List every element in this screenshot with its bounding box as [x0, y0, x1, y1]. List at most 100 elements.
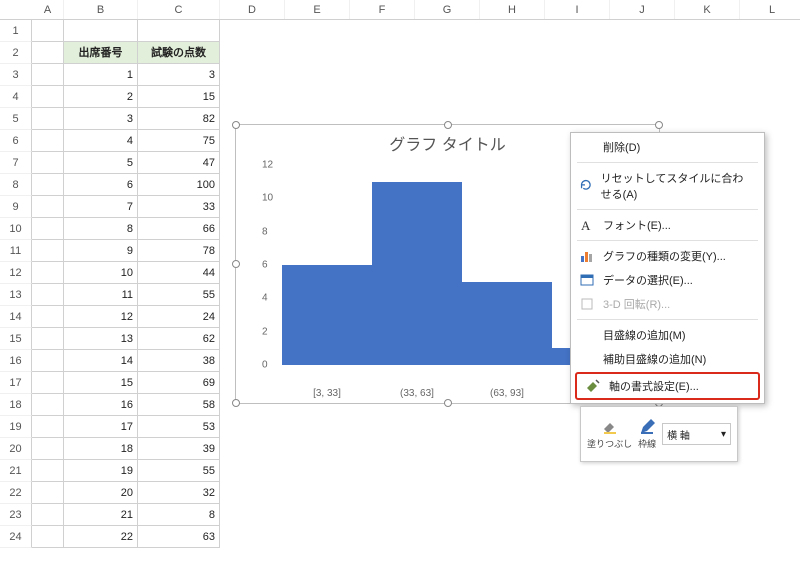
- cell[interactable]: 8: [64, 218, 138, 240]
- cell[interactable]: 44: [138, 262, 220, 284]
- row-header[interactable]: 10: [0, 218, 32, 240]
- cell[interactable]: 13: [64, 328, 138, 350]
- cell[interactable]: 33: [138, 196, 220, 218]
- col-header-A[interactable]: A: [32, 0, 64, 19]
- resize-handle[interactable]: [444, 399, 452, 407]
- menu-item[interactable]: グラフの種類の変更(Y)...: [571, 244, 764, 268]
- col-header-F[interactable]: F: [350, 0, 415, 19]
- cell[interactable]: [32, 174, 64, 196]
- col-header-E[interactable]: E: [285, 0, 350, 19]
- cell[interactable]: [32, 218, 64, 240]
- resize-handle[interactable]: [655, 121, 663, 129]
- cell[interactable]: [32, 86, 64, 108]
- cell[interactable]: [32, 196, 64, 218]
- resize-handle[interactable]: [232, 399, 240, 407]
- cell[interactable]: [32, 240, 64, 262]
- menu-item[interactable]: 目盛線の追加(M): [571, 323, 764, 347]
- col-header-I[interactable]: I: [545, 0, 610, 19]
- row-header[interactable]: 8: [0, 174, 32, 196]
- cell[interactable]: 3: [138, 64, 220, 86]
- col-header-C[interactable]: C: [138, 0, 220, 19]
- col-header-J[interactable]: J: [610, 0, 675, 19]
- row-header[interactable]: 19: [0, 416, 32, 438]
- cell[interactable]: 47: [138, 152, 220, 174]
- cell[interactable]: [32, 262, 64, 284]
- row-header[interactable]: 21: [0, 460, 32, 482]
- cell[interactable]: [32, 394, 64, 416]
- row-header[interactable]: 11: [0, 240, 32, 262]
- cell[interactable]: 2: [64, 86, 138, 108]
- cell[interactable]: [138, 20, 220, 42]
- cell[interactable]: 69: [138, 372, 220, 394]
- cell[interactable]: 78: [138, 240, 220, 262]
- cell[interactable]: 9: [64, 240, 138, 262]
- row-header[interactable]: 5: [0, 108, 32, 130]
- cell[interactable]: [32, 416, 64, 438]
- row-header[interactable]: 7: [0, 152, 32, 174]
- col-header-L[interactable]: L: [740, 0, 800, 19]
- outline-button[interactable]: 枠線: [638, 419, 656, 450]
- cell[interactable]: [32, 350, 64, 372]
- cell[interactable]: [32, 438, 64, 460]
- menu-item[interactable]: データの選択(E)...: [571, 268, 764, 292]
- bar[interactable]: [372, 182, 462, 365]
- row-header[interactable]: 16: [0, 350, 32, 372]
- cell[interactable]: 8: [138, 504, 220, 526]
- cell[interactable]: [32, 504, 64, 526]
- col-header-B[interactable]: B: [64, 0, 138, 19]
- cell[interactable]: 55: [138, 284, 220, 306]
- row-header[interactable]: 15: [0, 328, 32, 350]
- cell[interactable]: 試験の点数: [138, 42, 220, 64]
- cell[interactable]: [32, 526, 64, 548]
- cell[interactable]: 32: [138, 482, 220, 504]
- bar[interactable]: [462, 282, 552, 365]
- cell[interactable]: [32, 306, 64, 328]
- cell[interactable]: 38: [138, 350, 220, 372]
- cell[interactable]: 7: [64, 196, 138, 218]
- cell[interactable]: 24: [138, 306, 220, 328]
- cell[interactable]: 21: [64, 504, 138, 526]
- cell[interactable]: [32, 130, 64, 152]
- cell[interactable]: 18: [64, 438, 138, 460]
- cell[interactable]: 66: [138, 218, 220, 240]
- cell[interactable]: 17: [64, 416, 138, 438]
- cell[interactable]: 22: [64, 526, 138, 548]
- col-header-D[interactable]: D: [220, 0, 285, 19]
- cell[interactable]: [32, 108, 64, 130]
- menu-item[interactable]: 軸の書式設定(E)...: [575, 372, 760, 400]
- cell[interactable]: 63: [138, 526, 220, 548]
- cell[interactable]: 11: [64, 284, 138, 306]
- axis-selector[interactable]: 横 軸 ▾: [662, 423, 731, 445]
- cell[interactable]: 15: [138, 86, 220, 108]
- cell[interactable]: 5: [64, 152, 138, 174]
- cell[interactable]: [32, 42, 64, 64]
- cell[interactable]: 58: [138, 394, 220, 416]
- cell[interactable]: 55: [138, 460, 220, 482]
- row-header[interactable]: 3: [0, 64, 32, 86]
- cell[interactable]: [32, 328, 64, 350]
- cell[interactable]: 6: [64, 174, 138, 196]
- cell[interactable]: 53: [138, 416, 220, 438]
- cell[interactable]: [32, 152, 64, 174]
- col-header-H[interactable]: H: [480, 0, 545, 19]
- row-header[interactable]: 2: [0, 42, 32, 64]
- row-header[interactable]: 6: [0, 130, 32, 152]
- cell[interactable]: 3: [64, 108, 138, 130]
- cell[interactable]: 39: [138, 438, 220, 460]
- row-header[interactable]: 9: [0, 196, 32, 218]
- row-header[interactable]: 4: [0, 86, 32, 108]
- cell[interactable]: 20: [64, 482, 138, 504]
- cell[interactable]: 15: [64, 372, 138, 394]
- row-header[interactable]: 18: [0, 394, 32, 416]
- row-header[interactable]: 20: [0, 438, 32, 460]
- row-header[interactable]: 22: [0, 482, 32, 504]
- menu-item[interactable]: リセットしてスタイルに合わせる(A): [571, 166, 764, 206]
- col-header-G[interactable]: G: [415, 0, 480, 19]
- cell[interactable]: [32, 482, 64, 504]
- cell[interactable]: [32, 20, 64, 42]
- cell[interactable]: 1: [64, 64, 138, 86]
- resize-handle[interactable]: [232, 260, 240, 268]
- menu-item[interactable]: 削除(D): [571, 135, 764, 159]
- resize-handle[interactable]: [444, 121, 452, 129]
- cell[interactable]: [32, 64, 64, 86]
